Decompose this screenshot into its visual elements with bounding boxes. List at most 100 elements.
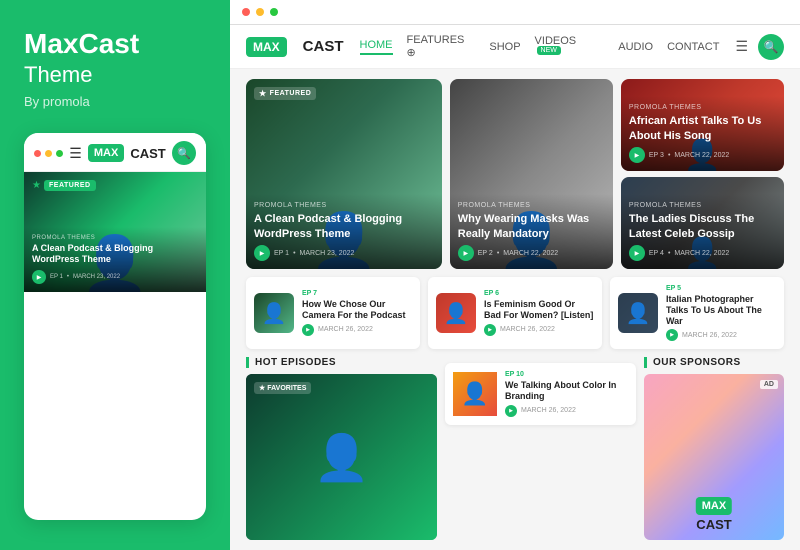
- card3-overlay: PROMOLA THEMES African Artist Talks To U…: [621, 96, 784, 171]
- mobile-dot-red: [34, 150, 41, 157]
- podcast-meta-2: ▶ MARCH 26, 2022: [484, 324, 594, 336]
- featured-card-2[interactable]: 👤 PROMOLA THEMES Why Wearing Masks Was R…: [450, 79, 613, 269]
- nav-features[interactable]: FEATURES ⊕: [407, 34, 476, 59]
- podcast-date-1: MARCH 26, 2022: [318, 326, 373, 333]
- card3-meta: ▶ EP 3 • MARCH 22, 2022: [629, 147, 776, 163]
- podcast-play-3[interactable]: ▶: [666, 329, 678, 341]
- mobile-dot-green: [56, 150, 63, 157]
- podcast-meta-1: ▶ MARCH 26, 2022: [302, 324, 412, 336]
- podcast-title-1: How We Chose Our Camera For the Podcast: [302, 299, 412, 321]
- card2-overlay: PROMOLA THEMES Why Wearing Masks Was Rea…: [450, 194, 613, 269]
- mobile-mockup: ☰ MAX CAST 🔍 ★ FEATURED 👤 PROMOLA THEMES…: [24, 133, 206, 520]
- nav-shop[interactable]: SHOP: [489, 41, 520, 53]
- site-logo-text: CAST: [303, 38, 344, 55]
- card4-tag: PROMOLA THEMES: [629, 202, 776, 209]
- ad-badge: AD: [760, 380, 778, 389]
- site-nav: MAX CAST HOME FEATURES ⊕ SHOP VIDEOS NEW…: [230, 25, 800, 69]
- nav-audio[interactable]: AUDIO: [618, 41, 653, 53]
- hot-ep-date-1: MARCH 26, 2022: [521, 407, 576, 414]
- hot-ep-card-1[interactable]: 👤 EP 10 We Talking About Color In Brandi…: [445, 363, 636, 425]
- card1-play-button[interactable]: ▶: [254, 245, 270, 261]
- card1-sep: •: [293, 250, 295, 257]
- podcast-play-2[interactable]: ▶: [484, 324, 496, 336]
- hot-ep-info-1: EP 10 We Talking About Color In Branding…: [505, 371, 628, 417]
- mobile-card-meta: ▶ EP 1 • MARCH 23, 2022: [32, 270, 198, 284]
- hot-ep-play-1[interactable]: ▶: [505, 405, 517, 417]
- podcast-item-3[interactable]: 👤 EP 5 Italian Photographer Talks To Us …: [610, 277, 784, 349]
- card3-tag: PROMOLA THEMES: [629, 104, 776, 111]
- featured-badge: ★ FEATURED: [254, 87, 316, 100]
- mobile-traffic-lights: [34, 150, 63, 157]
- featured-card-1[interactable]: 👤 ★ FEATURED PROMOLA THEMES A Clean Podc…: [246, 79, 442, 269]
- sponsor-card: AD MAX CAST: [644, 374, 784, 540]
- browser-bar: [230, 0, 800, 25]
- content-area: 👤 ★ FEATURED PROMOLA THEMES A Clean Podc…: [230, 69, 800, 550]
- sponsor-logo: MAX CAST: [696, 496, 732, 532]
- mobile-card-tag: PROMOLA THEMES: [32, 235, 198, 241]
- podcast-item-2[interactable]: 👤 EP 6 Is Feminism Good Or Bad For Women…: [428, 277, 602, 349]
- nav-right: ☰ 🔍: [735, 34, 784, 60]
- card2-sep: •: [497, 250, 499, 257]
- featured-card-4[interactable]: 👤 PROMOLA THEMES The Ladies Discuss The …: [621, 177, 784, 269]
- sponsors-title: OUR SPONSORS: [644, 357, 784, 368]
- bottom-row: HOT EPISODES 👤 ★ FAVORITES spacer 👤 EP 1…: [246, 357, 784, 540]
- favorites-badge: ★ FAVORITES: [254, 382, 311, 394]
- card3-ep: EP 3: [649, 152, 664, 159]
- mobile-logo-badge: MAX: [88, 144, 124, 162]
- main-cards: 👤 ★ FEATURED PROMOLA THEMES A Clean Podc…: [246, 79, 784, 269]
- hot-ep-title-1: We Talking About Color In Branding: [505, 380, 628, 402]
- card4-play-button[interactable]: ▶: [629, 245, 645, 261]
- browser-dot-yellow: [256, 8, 264, 16]
- podcast-item-1[interactable]: 👤 EP 7 How We Chose Our Camera For the P…: [246, 277, 420, 349]
- hamburger-icon[interactable]: ☰: [69, 145, 82, 162]
- podcast-ep-1: EP 7: [302, 290, 412, 297]
- browser-dot-red: [242, 8, 250, 16]
- featured-card-3[interactable]: 👤 PROMOLA THEMES African Artist Talks To…: [621, 79, 784, 171]
- podcast-row: 👤 EP 7 How We Chose Our Camera For the P…: [246, 277, 784, 349]
- featured-star-icon: ★: [259, 89, 267, 98]
- nav-search-button[interactable]: 🔍: [758, 34, 784, 60]
- hot-featured-card[interactable]: 👤 ★ FAVORITES: [246, 374, 437, 540]
- podcast-thumb-2: 👤: [436, 293, 476, 333]
- brand-title: MaxCast: [24, 30, 206, 58]
- card2-meta: ▶ EP 2 • MARCH 22, 2022: [458, 245, 605, 261]
- mobile-star-icon: ★: [32, 180, 41, 191]
- card4-ep: EP 4: [649, 250, 664, 257]
- card3-date: MARCH 22, 2022: [674, 152, 729, 159]
- podcast-date-2: MARCH 26, 2022: [500, 326, 555, 333]
- card1-ep: EP 1: [274, 250, 289, 257]
- podcast-play-1[interactable]: ▶: [302, 324, 314, 336]
- card3-title: African Artist Talks To Us About His Son…: [629, 114, 776, 143]
- nav-videos[interactable]: VIDEOS NEW: [535, 35, 605, 59]
- card1-meta: ▶ EP 1 • MARCH 23, 2022: [254, 245, 434, 261]
- card1-title: A Clean Podcast & Blogging WordPress The…: [254, 212, 434, 241]
- podcast-meta-3: ▶ MARCH 26, 2022: [666, 329, 776, 341]
- mobile-search-button[interactable]: 🔍: [172, 141, 196, 165]
- podcast-title-2: Is Feminism Good Or Bad For Women? [List…: [484, 299, 594, 321]
- card2-title: Why Wearing Masks Was Really Mandatory: [458, 212, 605, 241]
- right-panel: MAX CAST HOME FEATURES ⊕ SHOP VIDEOS NEW…: [230, 0, 800, 550]
- podcast-thumb-3: 👤: [618, 293, 658, 333]
- card1-date: MARCH 23, 2022: [300, 250, 355, 257]
- hot-episodes-title: HOT EPISODES: [246, 357, 437, 368]
- card4-meta: ▶ EP 4 • MARCH 22, 2022: [629, 245, 776, 261]
- podcast-info-2: EP 6 Is Feminism Good Or Bad For Women? …: [484, 290, 594, 336]
- nav-home[interactable]: HOME: [360, 39, 393, 55]
- mobile-card-info: PROMOLA THEMES A Clean Podcast & Bloggin…: [24, 227, 206, 292]
- nav-contact[interactable]: CONTACT: [667, 41, 719, 53]
- browser-dot-green: [270, 8, 278, 16]
- left-panel: MaxCast Theme By promola ☰ MAX CAST 🔍 ★ …: [0, 0, 230, 550]
- sponsor-logo-badge: MAX: [696, 497, 732, 515]
- card3-play-button[interactable]: ▶: [629, 147, 645, 163]
- brand-subtitle: Theme: [24, 62, 206, 88]
- new-badge: NEW: [537, 46, 561, 55]
- mobile-play-button[interactable]: ▶: [32, 270, 46, 284]
- card2-date: MARCH 22, 2022: [503, 250, 558, 257]
- hot-ep-thumb-1: 👤: [453, 372, 497, 416]
- card2-play-button[interactable]: ▶: [458, 245, 474, 261]
- nav-links: HOME FEATURES ⊕ SHOP VIDEOS NEW AUDIO CO…: [360, 34, 720, 59]
- nav-hamburger-icon[interactable]: ☰: [735, 38, 748, 55]
- mobile-date-label: MARCH 23, 2022: [73, 274, 120, 280]
- card-stack: 👤 PROMOLA THEMES African Artist Talks To…: [621, 79, 784, 269]
- site-logo-badge: MAX: [246, 37, 287, 57]
